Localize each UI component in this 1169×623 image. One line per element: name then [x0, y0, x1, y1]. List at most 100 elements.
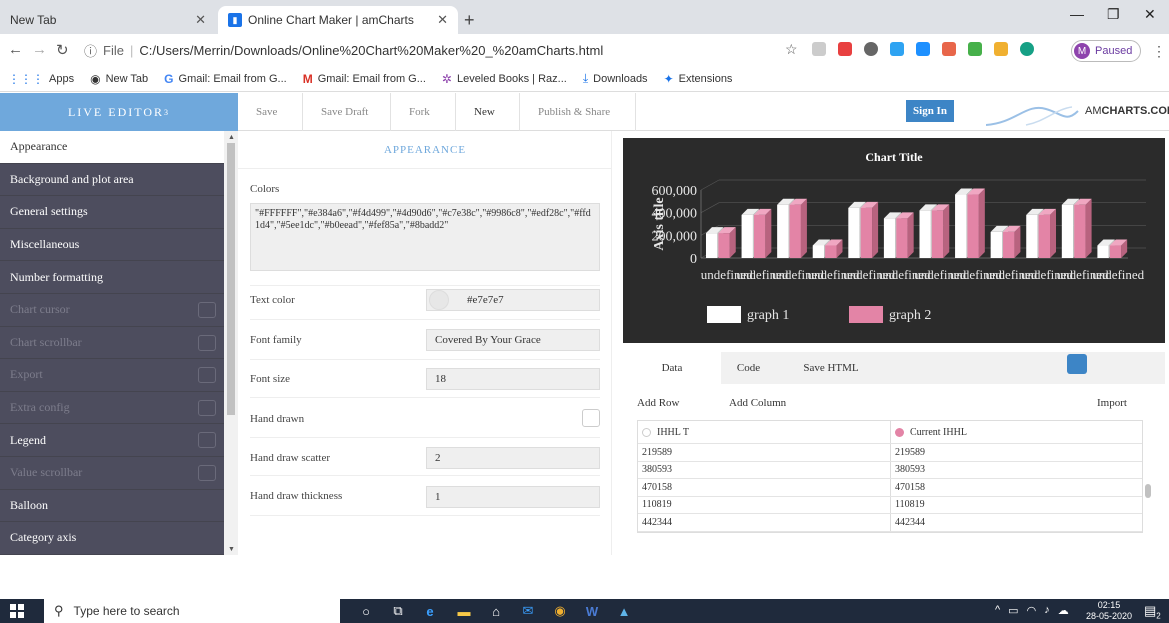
table-cell[interactable]: 110819 [638, 497, 890, 514]
extension-icon[interactable] [864, 42, 878, 56]
volume-icon[interactable]: ♪ [1044, 604, 1050, 617]
extension-icon[interactable] [994, 42, 1008, 56]
sidebar-item-checkbox[interactable] [198, 367, 216, 384]
table-cell[interactable]: 470158 [638, 479, 890, 496]
table-cell[interactable]: 442344 [890, 514, 1142, 531]
bookmark-new-tab[interactable]: ◉ New Tab [90, 72, 148, 86]
table-cell[interactable]: 380593 [638, 462, 890, 479]
add-column-button[interactable]: Add Column [729, 397, 786, 409]
bookmark-extensions[interactable]: ✦ Extensions [664, 72, 733, 86]
edge-icon[interactable]: e [422, 603, 438, 619]
back-arrow-icon[interactable]: ← [8, 41, 23, 58]
column-header[interactable]: Current IHHL [890, 421, 1142, 443]
sidebar-item-checkbox[interactable] [198, 301, 216, 318]
menu-save[interactable]: Save [238, 93, 303, 131]
cortana-icon[interactable]: ○ [358, 603, 374, 619]
font-size-field[interactable]: 18 [426, 368, 600, 390]
sidebar-item-checkbox[interactable] [198, 399, 216, 416]
extension-icon[interactable] [1020, 42, 1034, 56]
sidebar-item[interactable]: Extra config [0, 392, 224, 425]
bookmark-star-icon[interactable]: ☆ [785, 41, 798, 58]
add-row-button[interactable]: Add Row [637, 397, 679, 409]
bookmark-gmail-2[interactable]: M Gmail: Email from G... [303, 72, 426, 86]
tab-data[interactable]: Data [623, 352, 721, 384]
mail-icon[interactable]: ✉ [520, 603, 536, 619]
extension-icon[interactable] [812, 42, 826, 56]
tab-new-tab[interactable]: New Tab ✕ [0, 6, 216, 34]
task-view-icon[interactable]: ⧉ [390, 603, 406, 619]
store-icon[interactable]: ⌂ [488, 603, 504, 619]
menu-new[interactable]: New [456, 93, 520, 131]
sidebar-item[interactable]: Balloon [0, 490, 224, 523]
extension-icon[interactable] [968, 42, 982, 56]
sidebar-item-checkbox[interactable] [198, 334, 216, 351]
sidebar-item[interactable]: General settings [0, 196, 224, 229]
table-cell[interactable]: 380593 [890, 461, 1142, 478]
bookmark-downloads[interactable]: ⤓ Downloads [583, 71, 648, 86]
fullscreen-button[interactable] [1067, 354, 1087, 374]
amcharts-logo-text[interactable]: AMCHARTS.COM [1085, 105, 1169, 117]
profile-button[interactable]: M Paused [1071, 40, 1141, 62]
menu-kebab-icon[interactable]: ⋮ [1152, 43, 1166, 60]
hand-draw-scatter-field[interactable]: 2 [426, 447, 600, 469]
sidebar-item[interactable]: Export [0, 359, 224, 392]
battery-icon[interactable]: ▭ [1008, 604, 1018, 617]
notifications-icon[interactable]: ▤2 [1144, 603, 1161, 621]
color-swatch[interactable] [429, 290, 449, 310]
bookmark-apps[interactable]: ⋮⋮⋮ Apps [8, 72, 74, 86]
wifi-icon[interactable]: ◠ [1027, 604, 1037, 617]
hand-drawn-checkbox[interactable] [582, 409, 600, 427]
import-button[interactable]: Import [1097, 397, 1127, 409]
sidebar-item[interactable]: Chart cursor [0, 294, 224, 327]
table-scrollbar-thumb[interactable] [1145, 484, 1151, 498]
extension-icon[interactable] [838, 42, 852, 56]
sign-in-button[interactable]: Sign In [906, 100, 954, 122]
chevron-up-icon[interactable]: ^ [995, 604, 1000, 617]
font-family-field[interactable]: Covered By Your Grace [426, 329, 600, 351]
tab-code[interactable]: Code [721, 352, 776, 384]
menu-publish-share[interactable]: Publish & Share [520, 93, 636, 131]
extension-icon[interactable] [916, 42, 930, 56]
series-color-dot-icon[interactable] [642, 427, 651, 437]
sidebar-item[interactable]: Miscellaneous [0, 229, 224, 262]
close-icon[interactable]: ✕ [437, 12, 448, 28]
table-cell[interactable]: 110819 [890, 496, 1142, 513]
forward-arrow-icon[interactable]: → [32, 41, 47, 58]
text-color-field[interactable]: #e7e7e7 [426, 289, 600, 311]
chrome-icon[interactable]: ◉ [552, 603, 568, 619]
extension-icon[interactable] [942, 42, 956, 56]
bookmark-gmail-1[interactable]: G Gmail: Email from G... [164, 72, 287, 86]
restore-icon[interactable]: ❐ [1107, 6, 1120, 23]
series-color-dot-icon[interactable] [895, 427, 904, 437]
photos-icon[interactable]: ▲ [616, 603, 632, 619]
address-bar[interactable]: ⓘ File | C:/Users/Merrin/Downloads/Onlin… [78, 38, 818, 62]
colors-textarea[interactable]: "#FFFFFF","#e384a6","#f4d499","#4d90d6",… [250, 203, 600, 271]
menu-save-draft[interactable]: Save Draft [303, 93, 391, 131]
sidebar-scrollbar[interactable]: ▲ ▼ [224, 131, 238, 555]
sidebar-item[interactable]: Value scrollbar [0, 457, 224, 490]
scrollbar-thumb[interactable] [227, 143, 235, 415]
word-icon[interactable]: W [584, 603, 600, 619]
info-icon[interactable]: ⓘ [84, 41, 97, 60]
tab-online-chart-maker[interactable]: ▮ Online Chart Maker | amCharts ✕ [218, 6, 458, 34]
sidebar-item[interactable]: Background and plot area [0, 164, 224, 197]
file-explorer-icon[interactable]: ▬ [456, 603, 472, 619]
bookmark-leveled-books[interactable]: ✲ Leveled Books | Raz... [442, 72, 567, 86]
windows-start-icon[interactable] [10, 604, 24, 618]
sidebar-item[interactable]: Chart scrollbar [0, 327, 224, 360]
scroll-down-icon[interactable]: ▼ [228, 545, 235, 553]
table-cell[interactable]: 470158 [890, 479, 1142, 496]
minimize-icon[interactable]: — [1070, 6, 1084, 22]
sidebar-item[interactable]: Number formatting [0, 261, 224, 294]
sidebar-item-checkbox[interactable] [198, 464, 216, 481]
column-header[interactable]: IHHL T [638, 421, 890, 443]
table-cell[interactable]: 442344 [638, 514, 890, 531]
close-icon[interactable]: ✕ [195, 12, 206, 28]
window-close-icon[interactable]: ✕ [1144, 6, 1156, 23]
sidebar-item[interactable]: Legend [0, 424, 224, 457]
new-tab-plus-icon[interactable]: + [464, 10, 475, 31]
hand-draw-thickness-field[interactable]: 1 [426, 486, 600, 508]
sidebar-item[interactable]: Appearance [0, 131, 224, 164]
scroll-up-icon[interactable]: ▲ [228, 133, 235, 141]
onedrive-cloud-icon[interactable]: ☁ [1058, 604, 1069, 617]
